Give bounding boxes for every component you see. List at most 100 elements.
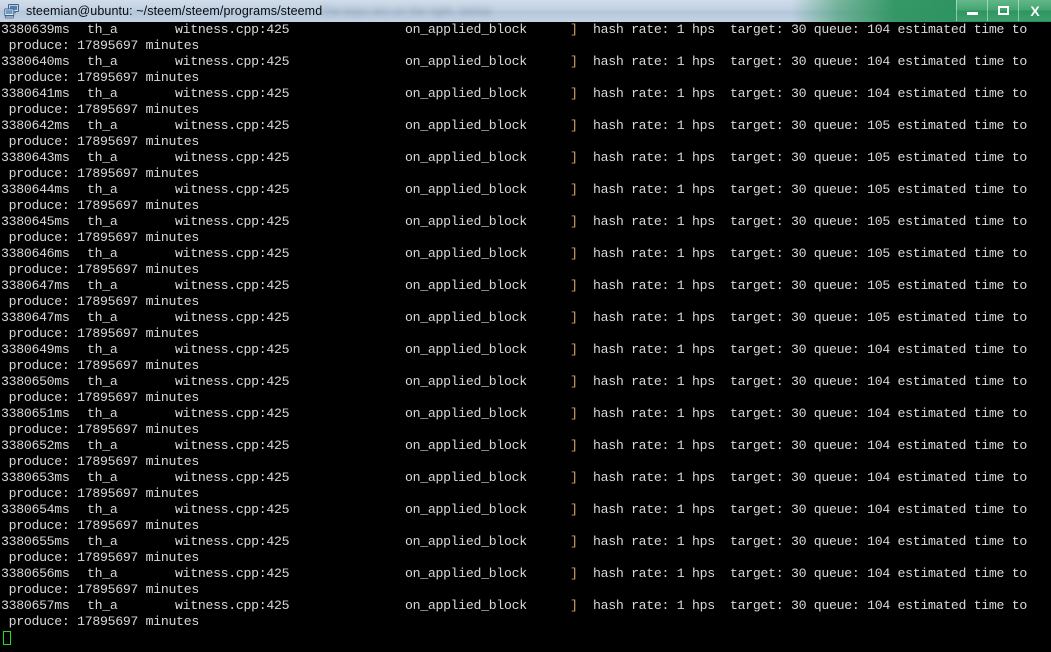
- log-timestamp: 3380647ms: [1, 278, 70, 293]
- log-source-location: witness.cpp:425: [175, 214, 290, 229]
- log-line: 3380639ms th_a witness.cpp:425 on_applied_b…: [1, 22, 1051, 38]
- log-function-name: on_applied_block: [405, 566, 527, 581]
- log-thread: th_a: [87, 54, 118, 69]
- log-line: 3380645ms th_a witness.cpp:425 on_applied_b…: [1, 214, 1051, 230]
- close-icon: X: [1030, 2, 1040, 19]
- log-timestamp: 3380656ms: [1, 566, 70, 581]
- log-source-location: witness.cpp:425: [175, 534, 290, 549]
- log-thread: th_a: [87, 86, 118, 101]
- log-function-name: on_applied_block: [405, 54, 527, 69]
- log-line: 3380647ms th_a witness.cpp:425 on_applied_b…: [1, 310, 1051, 326]
- log-function-name: on_applied_block: [405, 86, 527, 101]
- log-line-continuation: produce: 17895697 minutes: [1, 102, 200, 117]
- log-message: hash rate: 1 hps target: 30 queue: 105 e…: [593, 278, 1027, 293]
- log-message: hash rate: 1 hps target: 30 queue: 105 e…: [593, 118, 1027, 133]
- log-message: hash rate: 1 hps target: 30 queue: 105 e…: [593, 246, 1027, 261]
- log-timestamp: 3380642ms: [1, 118, 70, 133]
- log-timestamp: 3380657ms: [1, 598, 70, 613]
- log-source-location: witness.cpp:425: [175, 86, 290, 101]
- log-function-name: on_applied_block: [405, 374, 527, 389]
- log-line: 3380646ms th_a witness.cpp:425 on_applied_b…: [1, 246, 1051, 262]
- log-thread: th_a: [87, 342, 118, 357]
- log-message: hash rate: 1 hps target: 30 queue: 104 e…: [593, 406, 1027, 421]
- log-line: 3380643ms th_a witness.cpp:425 on_applied_b…: [1, 150, 1051, 166]
- log-line: 3380653ms th_a witness.cpp:425 on_applied_b…: [1, 470, 1051, 486]
- log-bracket: ]: [570, 22, 578, 37]
- log-line: 3380649ms th_a witness.cpp:425 on_applied_b…: [1, 342, 1051, 358]
- log-line: 3380656ms th_a witness.cpp:425 on_applied_b…: [1, 566, 1051, 582]
- log-source-location: witness.cpp:425: [175, 54, 290, 69]
- log-line: 3380642ms th_a witness.cpp:425 on_applied_b…: [1, 118, 1051, 134]
- log-source-location: witness.cpp:425: [175, 182, 290, 197]
- log-line-continuation: produce: 17895697 minutes: [1, 230, 200, 245]
- log-bracket: ]: [570, 374, 578, 389]
- log-function-name: on_applied_block: [405, 310, 527, 325]
- terminal-output-area[interactable]: 3380639ms th_a witness.cpp:425 on_applied_b…: [0, 22, 1051, 652]
- log-bracket: ]: [570, 86, 578, 101]
- log-source-location: witness.cpp:425: [175, 374, 290, 389]
- log-function-name: on_applied_block: [405, 438, 527, 453]
- log-line: 3380641ms th_a witness.cpp:425 on_applied_b…: [1, 86, 1051, 102]
- desktop-bleed-through: The keys are on the right, below.: [320, 0, 680, 22]
- log-timestamp: 3380654ms: [1, 502, 70, 517]
- log-timestamp: 3380652ms: [1, 438, 70, 453]
- log-bracket: ]: [570, 278, 578, 293]
- log-message: hash rate: 1 hps target: 30 queue: 104 e…: [593, 502, 1027, 517]
- log-timestamp: 3380653ms: [1, 470, 70, 485]
- log-thread: th_a: [87, 278, 118, 293]
- log-bracket: ]: [570, 310, 578, 325]
- log-line-continuation: produce: 17895697 minutes: [1, 358, 200, 373]
- log-timestamp: 3380645ms: [1, 214, 70, 229]
- close-button[interactable]: X: [1018, 0, 1051, 21]
- log-bracket: ]: [570, 182, 578, 197]
- log-bracket: ]: [570, 54, 578, 69]
- desktop-bleed-text: The keys are on the right, below.: [320, 4, 494, 18]
- log-line-continuation: produce: 17895697 minutes: [1, 198, 200, 213]
- log-line-continuation: produce: 17895697 minutes: [1, 326, 200, 341]
- minimize-icon: [966, 12, 978, 15]
- log-source-location: witness.cpp:425: [175, 246, 290, 261]
- log-function-name: on_applied_block: [405, 246, 527, 261]
- log-thread: th_a: [87, 438, 118, 453]
- log-bracket: ]: [570, 246, 578, 261]
- log-bracket: ]: [570, 470, 578, 485]
- log-bracket: ]: [570, 502, 578, 517]
- log-source-location: witness.cpp:425: [175, 470, 290, 485]
- log-line-continuation: produce: 17895697 minutes: [1, 38, 200, 53]
- log-function-name: on_applied_block: [405, 406, 527, 421]
- log-thread: th_a: [87, 598, 118, 613]
- log-thread: th_a: [87, 502, 118, 517]
- maximize-button[interactable]: [987, 0, 1018, 21]
- log-line-continuation: produce: 17895697 minutes: [1, 294, 200, 309]
- log-function-name: on_applied_block: [405, 214, 527, 229]
- window-titlebar[interactable]: The keys are on the right, below. steemi…: [0, 0, 1051, 22]
- log-source-location: witness.cpp:425: [175, 22, 290, 37]
- window-controls: X: [956, 0, 1051, 22]
- log-function-name: on_applied_block: [405, 598, 527, 613]
- log-source-location: witness.cpp:425: [175, 150, 290, 165]
- log-message: hash rate: 1 hps target: 30 queue: 104 e…: [593, 54, 1027, 69]
- log-source-location: witness.cpp:425: [175, 438, 290, 453]
- log-message: hash rate: 1 hps target: 30 queue: 105 e…: [593, 310, 1027, 325]
- log-line-continuation: produce: 17895697 minutes: [1, 262, 200, 277]
- log-line: 3380640ms th_a witness.cpp:425 on_applied_b…: [1, 54, 1051, 70]
- log-function-name: on_applied_block: [405, 342, 527, 357]
- log-thread: th_a: [87, 470, 118, 485]
- log-source-location: witness.cpp:425: [175, 118, 290, 133]
- log-source-location: witness.cpp:425: [175, 598, 290, 613]
- log-thread: th_a: [87, 150, 118, 165]
- terminal-window: The keys are on the right, below. steemi…: [0, 0, 1051, 652]
- terminal-log-list: 3380639ms th_a witness.cpp:425 on_applied_b…: [0, 22, 1051, 645]
- log-line: 3380651ms th_a witness.cpp:425 on_applied_b…: [1, 406, 1051, 422]
- log-bracket: ]: [570, 598, 578, 613]
- log-line-continuation: produce: 17895697 minutes: [1, 390, 200, 405]
- log-line-continuation: produce: 17895697 minutes: [1, 166, 200, 181]
- log-message: hash rate: 1 hps target: 30 queue: 105 e…: [593, 182, 1027, 197]
- log-message: hash rate: 1 hps target: 30 queue: 104 e…: [593, 438, 1027, 453]
- log-bracket: ]: [570, 534, 578, 549]
- minimize-button[interactable]: [956, 0, 987, 21]
- log-thread: th_a: [87, 182, 118, 197]
- maximize-icon: [997, 6, 1009, 15]
- log-line: 3380650ms th_a witness.cpp:425 on_applied_b…: [1, 374, 1051, 390]
- log-message: hash rate: 1 hps target: 30 queue: 105 e…: [593, 150, 1027, 165]
